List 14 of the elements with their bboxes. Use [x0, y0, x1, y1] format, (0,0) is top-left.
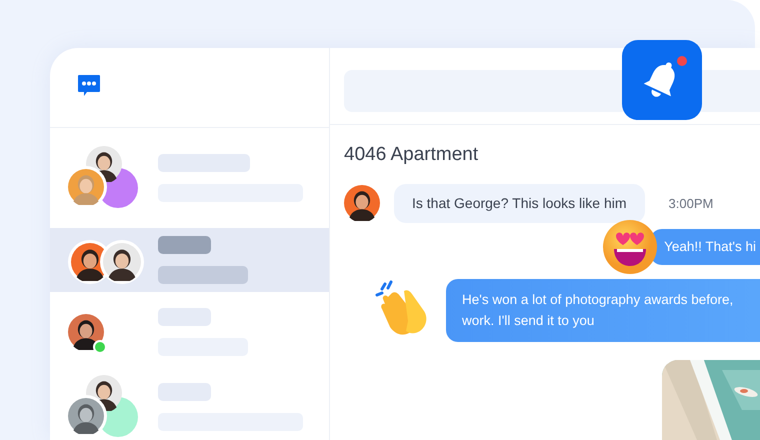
message-bubble: He's won a lot of photography awards before, work. I'll send it to you: [446, 278, 760, 342]
notification-button[interactable]: [622, 40, 702, 120]
avatar: [68, 314, 104, 350]
name-placeholder: [158, 308, 211, 326]
avatar: [100, 240, 144, 284]
message-time: 3:00PM: [668, 194, 714, 213]
name-placeholder: [158, 383, 211, 401]
name-placeholder: [158, 236, 211, 254]
heart-eyes-emoji-icon: [602, 218, 658, 275]
message-bubble: Is that George? This looks like him: [394, 184, 645, 223]
conversation-item[interactable]: [50, 228, 329, 292]
chat-bubble-icon[interactable]: [77, 74, 101, 98]
avatar: [344, 185, 380, 222]
chat-title: 4046 Apartment: [344, 143, 480, 168]
